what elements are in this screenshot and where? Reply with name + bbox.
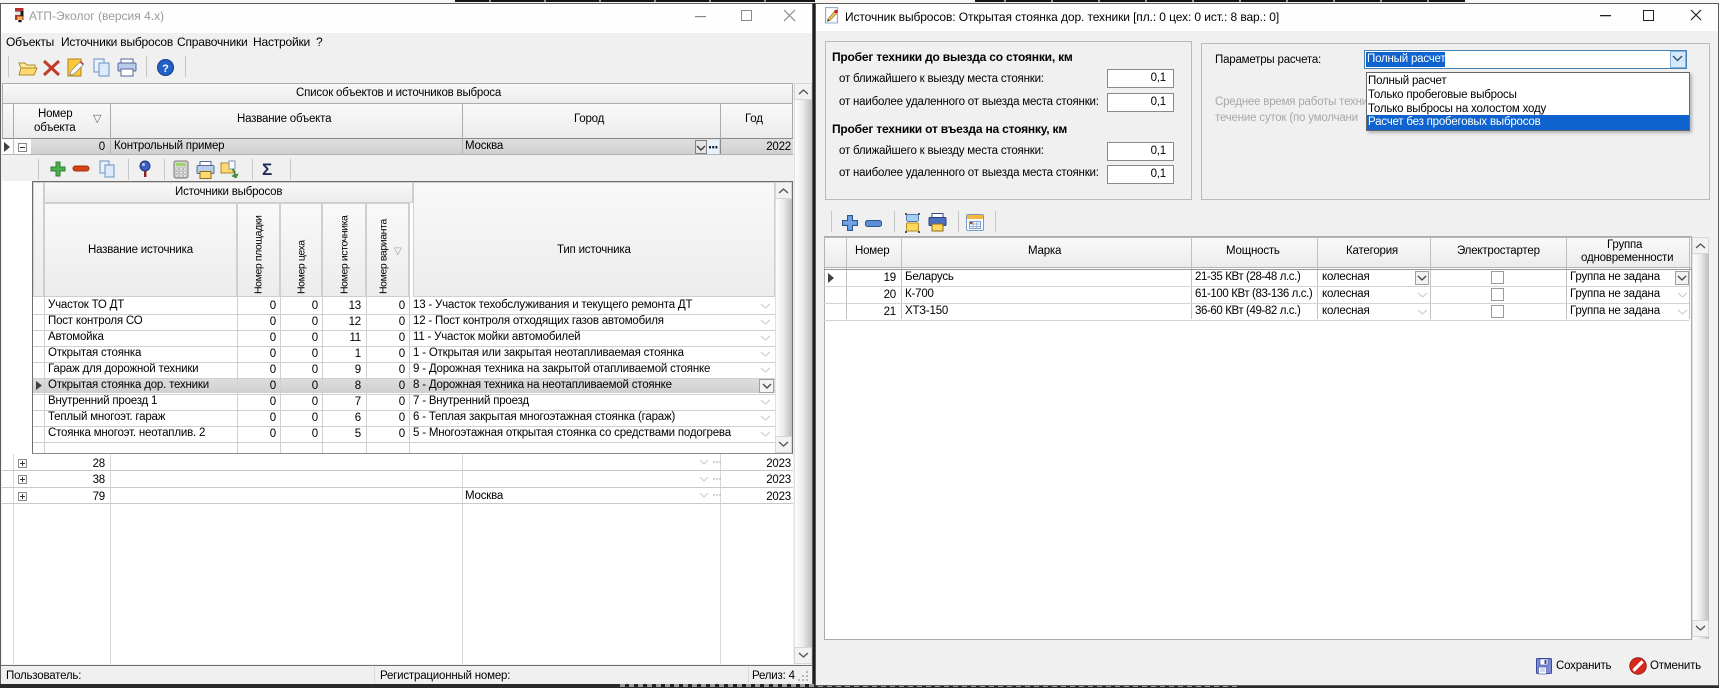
svg-text:?: ? — [162, 63, 169, 75]
